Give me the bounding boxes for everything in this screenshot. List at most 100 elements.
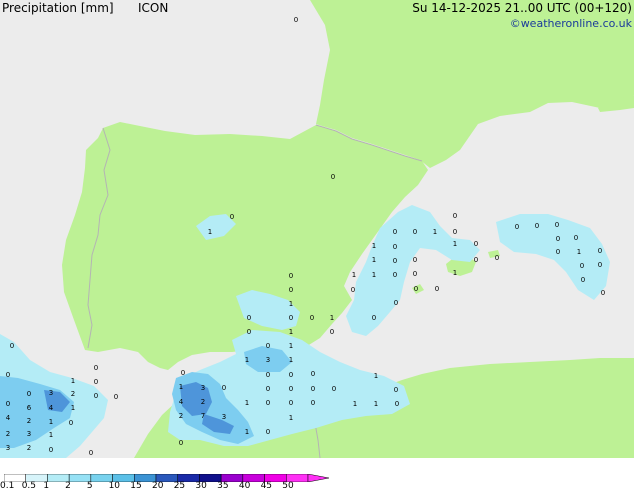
precip-label: 0 xyxy=(266,342,270,350)
precip-label: 0 xyxy=(94,378,98,386)
precip-label: 1 xyxy=(372,242,376,250)
precip-label: 0 xyxy=(311,399,315,407)
credit-link[interactable]: ©weatheronline.co.uk xyxy=(510,17,632,30)
precip-label: 2 xyxy=(6,430,10,438)
precip-label: 0 xyxy=(266,385,270,393)
precip-label: 0 xyxy=(372,314,376,322)
precip-label: 0 xyxy=(266,371,270,379)
precip-label: 7 xyxy=(201,412,205,420)
precip-label: 0 xyxy=(413,228,417,236)
precip-label: 0 xyxy=(230,213,234,221)
precip-label: 1 xyxy=(289,300,293,308)
precip-label: 0 xyxy=(289,371,293,379)
precip-label: 0 xyxy=(535,222,539,230)
precip-label: 1 xyxy=(49,431,53,439)
precip-label: 0 xyxy=(393,228,397,236)
precip-label: 0 xyxy=(289,286,293,294)
precip-label: 0 xyxy=(474,256,478,264)
precip-label: 1 xyxy=(453,269,457,277)
precipitation-map: 0 0 0 1 0 0 0 0 0 0 1 0 0 1 0 1 0 0 0 1 0 1 0 0 0 0 0 0 0 1 1 0 0 1 0 0 0 0 0 0… xyxy=(0,0,634,458)
precip-label: 2 xyxy=(71,390,75,398)
precip-label: 0 xyxy=(310,314,314,322)
precip-label: 1 xyxy=(289,356,293,364)
precip-label: 0 xyxy=(89,449,93,457)
precip-label: 3 xyxy=(222,413,226,421)
precip-label: 2 xyxy=(27,417,31,425)
precip-label: 3 xyxy=(201,384,205,392)
precip-label: 1 xyxy=(330,314,334,322)
precip-label: 1 xyxy=(289,328,293,336)
precip-label: 0 xyxy=(181,369,185,377)
precip-label: 3 xyxy=(49,389,53,397)
precip-label: 0 xyxy=(413,270,417,278)
precip-label: 0 xyxy=(266,399,270,407)
precip-label: 1 xyxy=(374,400,378,408)
precip-label: 0 xyxy=(247,328,251,336)
precip-label: 0 xyxy=(598,247,602,255)
precip-label: 0 xyxy=(351,286,355,294)
precip-label: 0 xyxy=(598,261,602,269)
precip-label: 0 xyxy=(49,446,53,454)
precip-label: 0 xyxy=(581,276,585,284)
precip-label: 0 xyxy=(556,235,560,243)
precip-label: 1 xyxy=(208,228,212,236)
precip-label: 0 xyxy=(289,314,293,322)
precip-label: 1 xyxy=(352,271,356,279)
precip-label: 0 xyxy=(330,328,334,336)
precip-label: 0 xyxy=(574,234,578,242)
precip-label: 1 xyxy=(372,256,376,264)
precip-label: 4 xyxy=(49,404,54,412)
precip-label: 0 xyxy=(311,370,315,378)
precip-label: 0 xyxy=(114,393,118,401)
precip-label: 0 xyxy=(393,243,397,251)
precip-label: 2 xyxy=(179,412,183,420)
precip-label: 0 xyxy=(555,221,559,229)
precip-label: 0 xyxy=(515,223,519,231)
precip-label: 2 xyxy=(27,444,31,452)
precip-label: 0 xyxy=(294,16,298,24)
precip-label: 0 xyxy=(6,400,10,408)
precip-label: 0 xyxy=(289,272,293,280)
forecast-datetime: Su 14-12-2025 21..00 UTC (00+120) xyxy=(412,1,632,15)
precip-label: 0 xyxy=(94,364,98,372)
precip-label: 0 xyxy=(394,299,398,307)
precip-label: 1 xyxy=(71,404,75,412)
scale-arrow xyxy=(307,474,330,482)
precip-label: 1 xyxy=(433,228,437,236)
precip-label: 0 xyxy=(247,314,251,322)
precip-label: 0 xyxy=(453,212,457,220)
color-scale-bar xyxy=(4,474,330,482)
precip-label: 0 xyxy=(474,240,478,248)
model-name: ICON xyxy=(138,1,169,15)
precip-label: 1 xyxy=(245,428,249,436)
precip-label: 0 xyxy=(69,419,73,427)
precip-label: 1 xyxy=(353,400,357,408)
precip-label: 0 xyxy=(393,257,397,265)
precip-label: 0 xyxy=(453,228,457,236)
precip-label: 0 xyxy=(556,248,560,256)
precip-label: 0 xyxy=(332,385,336,393)
precip-label: 0 xyxy=(495,254,499,262)
map-canvas: 0 0 0 1 0 0 0 0 0 0 1 0 0 1 0 1 0 0 0 1 0 1 0 0 0 0 0 0 0 1 1 0 0 1 0 0 0 0 0 0… xyxy=(0,0,634,458)
precip-label: 3 xyxy=(6,444,10,452)
precip-label: 1 xyxy=(245,399,249,407)
precip-label: 1 xyxy=(71,377,75,385)
precip-label: 1 xyxy=(453,240,457,248)
precip-label: 4 xyxy=(6,414,11,422)
precip-label: 1 xyxy=(245,356,249,364)
precip-label: 0 xyxy=(395,400,399,408)
precip-label: 2 xyxy=(201,398,205,406)
precip-label: 1 xyxy=(372,271,376,279)
legend-title: Precipitation [mm] xyxy=(2,1,114,15)
precip-label: 1 xyxy=(49,418,53,426)
precip-label: 0 xyxy=(413,256,417,264)
precip-label: 0 xyxy=(289,385,293,393)
precip-label: 1 xyxy=(179,383,183,391)
precip-label: 0 xyxy=(27,390,31,398)
precip-label: 0 xyxy=(580,262,584,270)
precip-label: 1 xyxy=(289,414,293,422)
precip-label: 3 xyxy=(266,356,270,364)
precip-label: 0 xyxy=(289,399,293,407)
precip-label: 0 xyxy=(394,386,398,394)
precip-label: 0 xyxy=(179,439,183,447)
